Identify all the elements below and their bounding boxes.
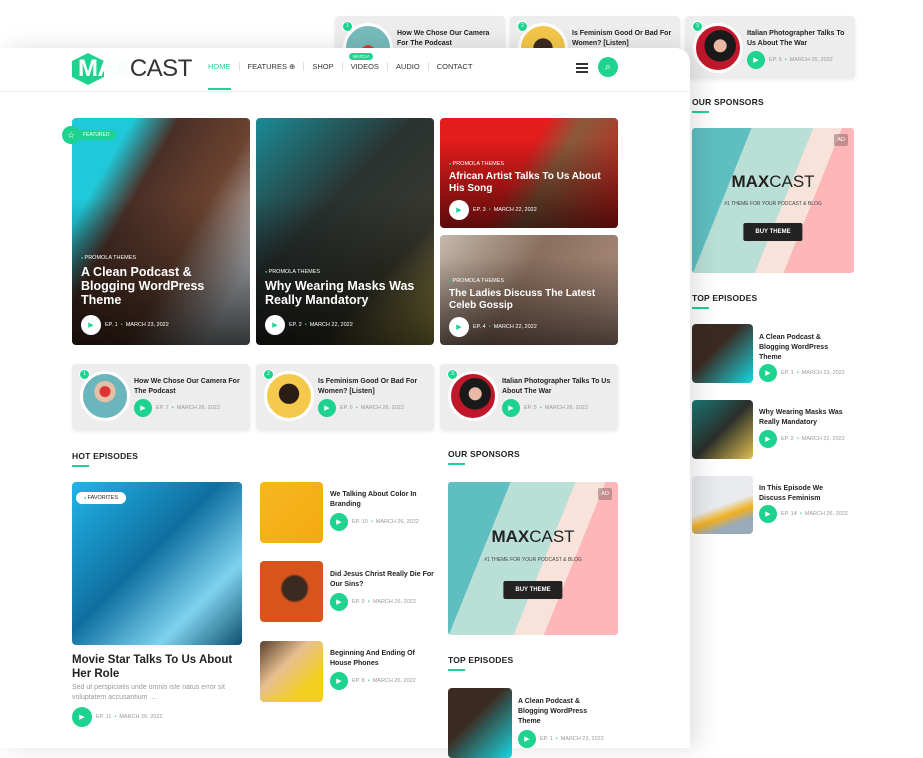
play-icon[interactable]: ▶ (265, 315, 285, 335)
episode-title[interactable]: How We Chose Our Camera For The Podcast (134, 377, 244, 397)
play-icon[interactable]: ▶ (81, 315, 101, 335)
hero-title[interactable]: The Ladies Discuss The Latest Celeb Goss… (449, 288, 610, 312)
episode-title[interactable]: Is Feminism Good Or Bad For Women? [List… (572, 29, 674, 49)
nav-contact[interactable]: CONTACT (429, 62, 481, 71)
ad-tagline: #1 THEME FOR YOUR PODCAST & BLOG (484, 557, 582, 563)
sponsor-ad[interactable]: AD MAXCAST #1 THEME FOR YOUR PODCAST & B… (692, 128, 854, 273)
play-icon[interactable]: ▶ (318, 399, 336, 417)
main-page: MAX CAST HOME FEATURES ⊕ SHOP WATCH VIDEOS… (0, 48, 690, 758)
episode-thumbnail (260, 482, 323, 543)
rank-badge: 2 (263, 369, 274, 380)
hero-card[interactable]: PROMOLA THEMESWhy Wearing Masks Was Real… (256, 118, 434, 345)
play-icon[interactable]: ▶ (518, 730, 536, 748)
nav-features[interactable]: FEATURES ⊕ (240, 62, 305, 71)
play-icon[interactable]: ▶ (759, 364, 777, 382)
hero-title[interactable]: Why Wearing Masks Was Really Mandatory (265, 279, 426, 307)
site-logo[interactable]: MAX CAST (72, 53, 192, 85)
episode-title[interactable]: Movie Star Talks To Us About Her Role (72, 653, 237, 681)
star-icon: ☆ (62, 126, 80, 144)
hero-card[interactable]: PROMOLA THEMESA Clean Podcast & Blogging… (72, 118, 250, 345)
play-icon[interactable]: ▶ (330, 513, 348, 531)
hero-card[interactable]: PROMOLA THEMESThe Ladies Discuss The Lat… (440, 235, 618, 345)
buy-theme-button[interactable]: BUY THEME (503, 581, 563, 599)
section-heading: OUR SPONSORS (448, 449, 520, 465)
rank-badge: 2 (517, 21, 528, 32)
episode-title[interactable]: Is Feminism Good Or Bad For Women? [List… (318, 377, 428, 397)
play-icon[interactable]: ▶ (330, 593, 348, 611)
nav-shop[interactable]: SHOP (304, 62, 343, 71)
episode-thumbnail (692, 400, 753, 459)
hero-title[interactable]: African Artist Talks To Us About His Son… (449, 171, 610, 195)
play-icon[interactable]: ▶ (449, 317, 469, 337)
menu-lines-icon[interactable] (576, 63, 588, 75)
watch-badge: WATCH (348, 53, 373, 60)
ranked-card[interactable]: 1 How We Chose Our Camera For The Podcas… (72, 364, 250, 430)
rank-badge: 1 (79, 369, 90, 380)
rank-badge: 1 (342, 21, 353, 32)
play-icon[interactable]: ▶ (759, 505, 777, 523)
sponsor-ad[interactable]: AD MAXCAST #1 THEME FOR YOUR PODCAST & B… (448, 482, 618, 635)
play-icon[interactable]: ▶ (449, 200, 469, 220)
ranked-card[interactable]: 2 Is Feminism Good Or Bad For Women? [Li… (256, 364, 434, 430)
play-icon[interactable]: ▶ (72, 707, 92, 727)
rank-badge: 3 (447, 369, 458, 380)
play-icon[interactable]: ▶ (134, 399, 152, 417)
buy-theme-button[interactable]: BUY THEME (743, 223, 803, 241)
episode-thumbnail (448, 688, 512, 758)
ad-tagline: #1 THEME FOR YOUR PODCAST & BLOG (724, 201, 822, 207)
ranked-card[interactable]: 3 Italian Photographer Talks To Us About… (440, 364, 618, 430)
episode-thumbnail (692, 476, 753, 534)
ad-label: AD (598, 488, 612, 500)
ranked-card[interactable]: 3 Italian Photographer Talks To Us About… (685, 16, 855, 78)
featured-badge: ☆ FEATURED (62, 126, 116, 144)
episode-title[interactable]: Italian Photographer Talks To Us About T… (747, 29, 849, 49)
section-heading: OUR SPONSORS (692, 97, 764, 113)
section-heading: TOP EPISODES (692, 293, 758, 309)
search-icon[interactable]: ⌕ (598, 57, 618, 77)
rank-badge: 3 (692, 21, 703, 32)
main-nav: HOME FEATURES ⊕ SHOP WATCH VIDEOS AUDIO C… (200, 53, 481, 90)
play-icon[interactable]: ▶ (759, 430, 777, 448)
nav-audio[interactable]: AUDIO (388, 62, 429, 71)
site-header: MAX CAST HOME FEATURES ⊕ SHOP WATCH VIDEOS… (0, 48, 690, 92)
section-heading: HOT EPISODES (72, 451, 139, 467)
hero-title[interactable]: A Clean Podcast & Blogging WordPress The… (81, 265, 242, 307)
play-icon[interactable]: ▶ (502, 399, 520, 417)
episode-title[interactable]: Italian Photographer Talks To Us About T… (502, 377, 612, 397)
favorites-badge: FAVORITES (76, 492, 126, 504)
ad-label: AD (834, 134, 848, 146)
episode-title[interactable]: How We Chose Our Camera For The Podcast (397, 29, 499, 49)
hero-card[interactable]: PROMOLA THEMESAfrican Artist Talks To Us… (440, 118, 618, 228)
episode-thumbnail[interactable]: FAVORITES (72, 482, 242, 645)
play-icon[interactable]: ▶ (747, 51, 765, 69)
section-heading: TOP EPISODES (448, 655, 514, 671)
nav-videos[interactable]: WATCH VIDEOS (343, 53, 388, 71)
episode-excerpt: Sed ut perspiciatis unde omnis iste natu… (72, 684, 225, 701)
episode-thumbnail (260, 561, 323, 622)
nav-home[interactable]: HOME (200, 62, 240, 90)
episode-thumbnail (260, 641, 323, 702)
play-icon[interactable]: ▶ (330, 672, 348, 690)
episode-thumbnail (692, 324, 753, 383)
